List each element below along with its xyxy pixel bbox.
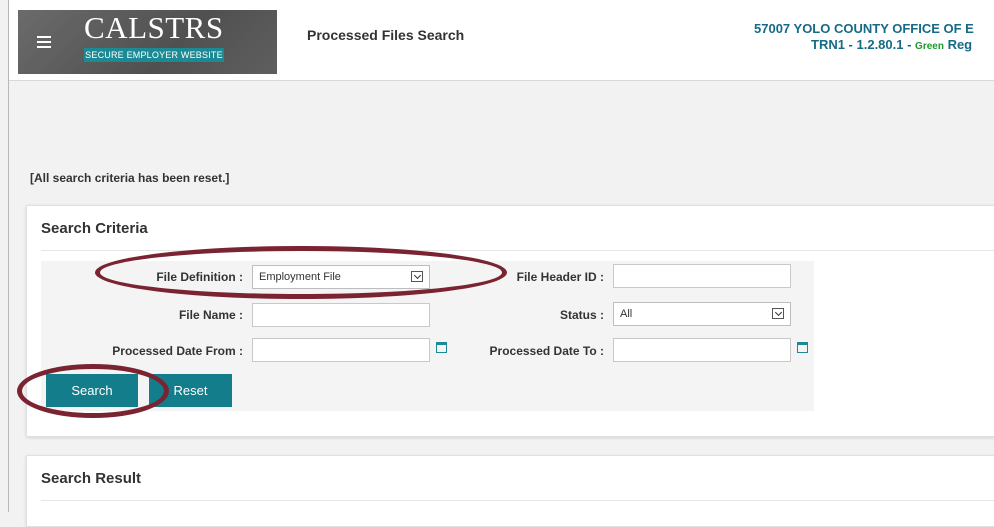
- search-button[interactable]: Search: [46, 374, 138, 407]
- file-definition-label: File Definition :: [156, 270, 243, 284]
- organization-info: 57007 YOLO COUNTY OFFICE OF E TRN1 - 1.2…: [754, 21, 994, 55]
- org-name: 57007 YOLO COUNTY OFFICE OF E: [754, 21, 974, 36]
- file-name-label: File Name :: [178, 308, 243, 322]
- divider: [41, 250, 994, 251]
- reset-button[interactable]: Reset: [149, 374, 232, 407]
- search-criteria-panel: Search Criteria File Definition : Employ…: [26, 205, 994, 437]
- file-header-id-input[interactable]: [613, 264, 791, 288]
- processed-date-to-input[interactable]: [613, 338, 791, 362]
- logo-subtitle: SECURE EMPLOYER WEBSITE: [84, 48, 224, 62]
- calendar-icon[interactable]: [797, 342, 808, 353]
- chevron-down-icon: [772, 308, 784, 319]
- env-color-label: Green: [915, 41, 944, 52]
- calendar-icon[interactable]: [436, 342, 447, 353]
- status-select[interactable]: All: [613, 302, 791, 326]
- reset-status-message: [All search criteria has been reset.]: [30, 171, 230, 185]
- processed-date-to-label: Processed Date To :: [489, 344, 604, 358]
- calstrs-logo: CALSTRS: [84, 10, 224, 45]
- file-header-id-label: File Header ID :: [516, 270, 604, 284]
- divider: [41, 500, 994, 501]
- status-value: All: [620, 308, 633, 320]
- status-label: Status :: [559, 308, 604, 322]
- file-definition-value: Employment File: [259, 271, 341, 283]
- env-region: Reg: [943, 37, 973, 52]
- file-definition-select[interactable]: Employment File: [252, 265, 430, 289]
- brand-logo-area: CALSTRS SECURE EMPLOYER WEBSITE: [18, 10, 277, 74]
- app-header: CALSTRS SECURE EMPLOYER WEBSITE Processe…: [9, 0, 994, 81]
- page-title: Processed Files Search: [307, 27, 465, 43]
- chevron-down-icon: [411, 271, 423, 282]
- hamburger-menu-icon[interactable]: [37, 36, 51, 48]
- search-result-panel: Search Result: [26, 455, 994, 527]
- env-version: TRN1 - 1.2.80.1 -: [811, 37, 916, 52]
- processed-date-from-input[interactable]: [252, 338, 430, 362]
- environment-info: TRN1 - 1.2.80.1 - Green Reg: [754, 37, 994, 55]
- file-name-input[interactable]: [252, 303, 430, 327]
- processed-date-from-label: Processed Date From :: [112, 344, 243, 358]
- search-result-title: Search Result: [41, 470, 142, 487]
- search-criteria-title: Search Criteria: [41, 220, 148, 237]
